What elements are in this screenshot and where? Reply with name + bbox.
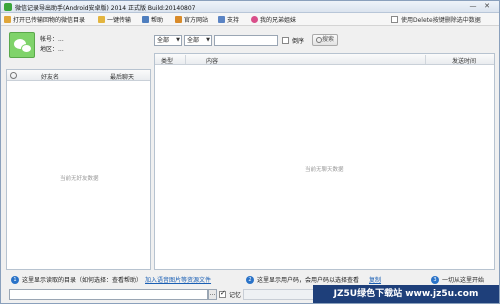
menu-one-click-transfer[interactable]: 一键传输 — [98, 15, 131, 24]
range-select[interactable]: 全部 ▼ — [184, 35, 212, 46]
col-type[interactable]: 类型 — [161, 56, 173, 65]
avatar — [9, 32, 35, 58]
menu-open-directory[interactable]: 打开已传输回物的微信目录 — [4, 15, 85, 24]
folder-icon — [4, 16, 11, 23]
menu-open-directory-label: 打开已传输回物的微信目录 — [13, 17, 86, 24]
step-3-badge: 3 — [431, 275, 439, 284]
search-button-label: 搜索 — [321, 36, 334, 43]
friend-list-header: 好友名 最后聊天 — [7, 70, 150, 81]
close-button[interactable]: ✕ — [482, 2, 492, 11]
delete-key-option[interactable]: 使用Delete按键删除选中数据 — [391, 15, 481, 24]
column-divider — [185, 55, 186, 64]
remember-option[interactable]: 记忆 — [219, 289, 242, 299]
col-content[interactable]: 内容 — [206, 56, 218, 65]
account-label: 帐号：... — [40, 36, 64, 43]
clock-icon — [10, 72, 17, 79]
menu-support[interactable]: 支持 — [218, 15, 239, 24]
copy-link[interactable]: 复制 — [369, 275, 381, 284]
tip-step-2: 2 这里显示用户码，会用户码以选择查看 复制 — [246, 275, 381, 284]
menu-official-site-label: 官方网站 — [184, 17, 209, 24]
message-list[interactable]: 类型 内容 发送时间 当前无聊天数据 — [154, 53, 495, 270]
col-send-time[interactable]: 发送时间 — [452, 56, 476, 65]
friend-list-empty: 当前无好友数据 — [60, 176, 99, 182]
reverse-order-option[interactable]: 倒序 — [282, 36, 304, 45]
add-resources-link[interactable]: 加入语音图片等资源文件 — [145, 275, 211, 284]
friend-list[interactable]: 好友名 最后聊天 当前无好友数据 — [6, 69, 151, 270]
range-select-value: 全部 — [187, 37, 200, 44]
minimize-button[interactable]: — — [468, 2, 478, 11]
profile-panel: 帐号：... 地区：... — [6, 29, 150, 69]
menu-support-label: 支持 — [227, 17, 240, 24]
home-icon — [175, 16, 182, 23]
message-list-empty: 当前无聊天数据 — [305, 167, 344, 173]
window-title: 微信记录导出助手(Android安卓版) 2014 正式版 Build:2014… — [15, 5, 196, 12]
search-button[interactable]: 搜索 — [312, 34, 338, 46]
menu-official-site[interactable]: 官方网站 — [175, 15, 208, 24]
tip-step-1: 1 这里显示读取的目录（如何选择：查看帮助） 加入语音图片等资源文件 — [11, 275, 211, 284]
browse-button[interactable]: ... — [208, 289, 217, 300]
menu-transfer-label: 一键传输 — [107, 17, 132, 24]
tip-step-3: 3 一切从这里开始 — [431, 275, 484, 284]
chevron-down-icon: ▼ — [176, 37, 180, 43]
reverse-order-checkbox[interactable] — [282, 37, 289, 44]
search-input[interactable] — [214, 35, 278, 46]
directory-path-input[interactable] — [9, 289, 208, 300]
watermark-banner: JZ5U绿色下载站 www.jz5u.com — [313, 285, 499, 303]
search-icon — [316, 37, 322, 43]
title-bar: 微信记录导出助手(Android安卓版) 2014 正式版 Build:2014… — [1, 1, 499, 13]
col-friend-name[interactable]: 好友名 — [41, 72, 59, 81]
menu-siblings[interactable]: 我的兄弟姐妹 — [251, 15, 296, 24]
menu-help-label: 帮助 — [151, 17, 164, 24]
tip-1-text: 这里显示读取的目录（如何选择：查看帮助） — [22, 277, 143, 284]
column-divider — [425, 55, 426, 64]
help-icon — [142, 16, 149, 23]
chat-bubble-icon — [21, 44, 32, 53]
message-list-header: 类型 内容 发送时间 — [155, 54, 494, 65]
remember-checkbox[interactable] — [219, 289, 226, 298]
delete-key-checkbox[interactable] — [391, 16, 398, 23]
transfer-icon — [98, 16, 105, 23]
app-logo-icon — [4, 3, 12, 11]
region-label: 地区：... — [40, 46, 64, 53]
app-window: 微信记录导出助手(Android安卓版) 2014 正式版 Build:2014… — [0, 0, 500, 304]
reverse-order-label: 倒序 — [292, 38, 305, 45]
type-select[interactable]: 全部 ▼ — [154, 35, 182, 46]
delete-key-label: 使用Delete按键删除选中数据 — [401, 17, 481, 24]
chevron-down-icon: ▼ — [206, 37, 210, 43]
chrome-icon — [251, 16, 258, 23]
step-2-badge: 2 — [246, 275, 254, 284]
tip-3-text: 一切从这里开始 — [442, 277, 485, 284]
menu-bar: 打开已传输回物的微信目录 一键传输 帮助 官方网站 支持 我的兄弟姐妹 使用De… — [1, 13, 499, 26]
tip-2-text: 这里显示用户码，会用户码以选择查看 — [257, 277, 360, 284]
menu-help[interactable]: 帮助 — [142, 15, 163, 24]
support-icon — [218, 16, 225, 23]
step-1-badge: 1 — [11, 275, 19, 284]
col-last-chat[interactable]: 最后聊天 — [110, 72, 134, 81]
menu-siblings-label: 我的兄弟姐妹 — [260, 17, 297, 24]
remember-label: 记忆 — [229, 292, 242, 299]
type-select-value: 全部 — [157, 37, 170, 44]
